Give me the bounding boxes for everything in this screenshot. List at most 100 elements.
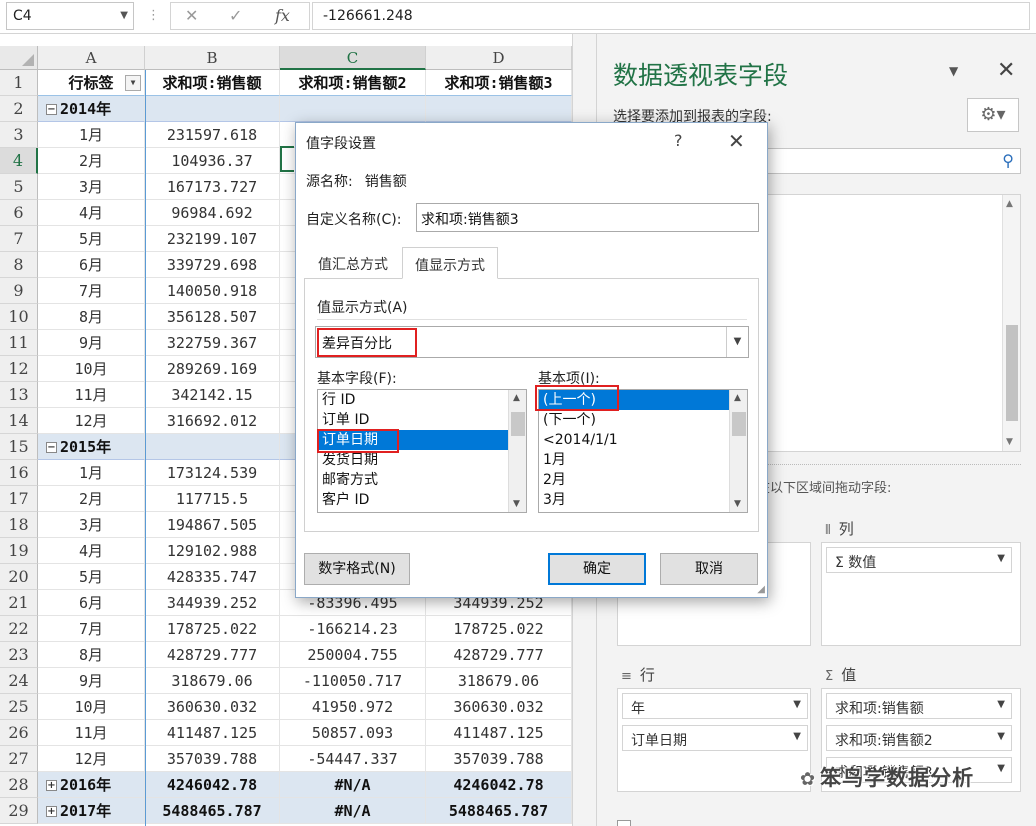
list-item[interactable]: 1月 bbox=[539, 450, 747, 470]
cell-d[interactable] bbox=[426, 96, 572, 122]
name-box[interactable]: C4 ▼ bbox=[6, 2, 134, 30]
cell-a[interactable]: 11月 bbox=[38, 382, 145, 408]
row-header[interactable]: 3 bbox=[0, 122, 38, 148]
row-header[interactable]: 4 bbox=[0, 148, 38, 174]
cell-b[interactable]: 289269.169 bbox=[145, 356, 280, 382]
chevron-down-icon[interactable]: ▼ bbox=[997, 553, 1005, 564]
custom-name-input[interactable]: 求和项:销售额3 bbox=[416, 203, 759, 232]
row-field-year[interactable]: 年 ▼ bbox=[622, 693, 808, 719]
scroll-thumb[interactable] bbox=[511, 412, 525, 436]
scroll-down-icon[interactable]: ▼ bbox=[1006, 437, 1013, 447]
cell-d[interactable]: 5488465.787 bbox=[426, 798, 572, 824]
cell-a[interactable]: 6月 bbox=[38, 252, 145, 278]
number-format-button[interactable]: 数字格式(N) bbox=[304, 553, 410, 585]
cell-b[interactable]: 104936.37 bbox=[145, 148, 280, 174]
row-header[interactable]: 6 bbox=[0, 200, 38, 226]
cell-b[interactable]: 339729.698 bbox=[145, 252, 280, 278]
cell-a[interactable]: 12月 bbox=[38, 408, 145, 434]
cell-c[interactable]: #N/A bbox=[280, 772, 426, 798]
row-header[interactable]: 18 bbox=[0, 512, 38, 538]
row-header[interactable]: 21 bbox=[0, 590, 38, 616]
row-header[interactable]: 28 bbox=[0, 772, 38, 798]
cell-d[interactable]: 428729.777 bbox=[426, 642, 572, 668]
cell-a[interactable]: +2017年 bbox=[38, 798, 145, 824]
cell-d[interactable]: 4246042.78 bbox=[426, 772, 572, 798]
scroll-up-icon[interactable]: ▲ bbox=[513, 393, 520, 403]
chevron-down-icon[interactable]: ▼ bbox=[997, 763, 1005, 774]
row-header[interactable]: 9 bbox=[0, 278, 38, 304]
cell-b[interactable]: 316692.012 bbox=[145, 408, 280, 434]
chevron-down-icon[interactable]: ▼ bbox=[949, 64, 958, 78]
list-item[interactable]: 3月 bbox=[539, 490, 747, 510]
cell-c[interactable]: #N/A bbox=[280, 798, 426, 824]
list-item[interactable]: <2014/1/1 bbox=[539, 430, 747, 450]
cell-b[interactable]: 357039.788 bbox=[145, 746, 280, 772]
cell-a[interactable]: 10月 bbox=[38, 694, 145, 720]
cell-b[interactable]: 342142.15 bbox=[145, 382, 280, 408]
cell-b[interactable]: 232199.107 bbox=[145, 226, 280, 252]
row-header[interactable]: 8 bbox=[0, 252, 38, 278]
cell-a[interactable]: 11月 bbox=[38, 720, 145, 746]
chevron-down-icon[interactable]: ▼ bbox=[997, 699, 1005, 710]
cell-a[interactable]: −2015年 bbox=[38, 434, 145, 460]
cell-a[interactable]: 2月 bbox=[38, 148, 145, 174]
column-field-values[interactable]: Σ 数值 ▼ bbox=[826, 547, 1012, 573]
chevron-down-icon[interactable]: ▼ bbox=[997, 731, 1005, 742]
scroll-down-icon[interactable]: ▼ bbox=[513, 499, 520, 509]
cell-a[interactable]: 8月 bbox=[38, 642, 145, 668]
list-item[interactable]: 发货日期 bbox=[318, 450, 526, 470]
row-header[interactable]: 11 bbox=[0, 330, 38, 356]
value-field-1[interactable]: 求和项:销售额 ▼ bbox=[826, 693, 1012, 719]
list-item[interactable]: 行 ID bbox=[318, 390, 526, 410]
field-list-scrollbar[interactable]: ▲ ▼ bbox=[1002, 195, 1020, 451]
base-item-scrollbar[interactable]: ▲ ▼ bbox=[729, 390, 747, 512]
scroll-down-icon[interactable]: ▼ bbox=[734, 499, 741, 509]
base-field-scrollbar[interactable]: ▲ ▼ bbox=[508, 390, 526, 512]
cell-b[interactable]: 4246042.78 bbox=[145, 772, 280, 798]
cell-a[interactable]: 9月 bbox=[38, 330, 145, 356]
cell-c[interactable]: 50857.093 bbox=[280, 720, 426, 746]
scroll-thumb[interactable] bbox=[732, 412, 746, 436]
row-header[interactable]: 23 bbox=[0, 642, 38, 668]
row-header[interactable]: 2 bbox=[0, 96, 38, 122]
cell-c[interactable]: 求和项:销售额2 bbox=[280, 70, 426, 96]
column-header-b[interactable]: B bbox=[145, 46, 280, 70]
scroll-thumb[interactable] bbox=[1006, 325, 1018, 421]
gear-icon[interactable]: ⚙▾ bbox=[967, 98, 1019, 132]
cell-b[interactable]: 5488465.787 bbox=[145, 798, 280, 824]
cell-a[interactable]: 7月 bbox=[38, 616, 145, 642]
cell-d[interactable]: 求和项:销售额3 bbox=[426, 70, 572, 96]
cell-c[interactable]: -166214.23 bbox=[280, 616, 426, 642]
row-header[interactable]: 1 bbox=[0, 70, 38, 96]
cell-a[interactable]: +2016年 bbox=[38, 772, 145, 798]
cell-a[interactable]: 1月 bbox=[38, 460, 145, 486]
drag-handle-icon[interactable]: ⋮ bbox=[147, 8, 160, 23]
cell-b[interactable]: 求和项:销售额 bbox=[145, 70, 280, 96]
cell-b[interactable]: 129102.988 bbox=[145, 538, 280, 564]
cell-a[interactable]: 5月 bbox=[38, 564, 145, 590]
cell-b[interactable]: 194867.505 bbox=[145, 512, 280, 538]
row-header[interactable]: 29 bbox=[0, 798, 38, 824]
cell-b[interactable]: 178725.022 bbox=[145, 616, 280, 642]
value-field-2[interactable]: 求和项:销售额2 ▼ bbox=[826, 725, 1012, 751]
cell-b[interactable]: 96984.692 bbox=[145, 200, 280, 226]
column-header-a[interactable]: A bbox=[38, 46, 145, 70]
rows-area[interactable]: 年 ▼ 订单日期 ▼ bbox=[617, 688, 811, 792]
cell-c[interactable]: -54447.337 bbox=[280, 746, 426, 772]
row-header[interactable]: 20 bbox=[0, 564, 38, 590]
cell-c[interactable] bbox=[280, 96, 426, 122]
cell-b[interactable]: 231597.618 bbox=[145, 122, 280, 148]
tab-summarize-by[interactable]: 值汇总方式 bbox=[306, 247, 400, 279]
cell-a[interactable]: 7月 bbox=[38, 278, 145, 304]
defer-update-checkbox[interactable] bbox=[617, 820, 631, 826]
cancel-button[interactable]: 取消 bbox=[660, 553, 758, 585]
expand-icon[interactable]: + bbox=[46, 806, 57, 817]
select-all-button[interactable] bbox=[0, 46, 38, 70]
row-header[interactable]: 7 bbox=[0, 226, 38, 252]
cell-b[interactable]: 428335.747 bbox=[145, 564, 280, 590]
cell-a[interactable]: 1月 bbox=[38, 122, 145, 148]
cancel-icon[interactable]: ✕ bbox=[185, 6, 198, 25]
cell-a[interactable]: 4月 bbox=[38, 200, 145, 226]
column-header-d[interactable]: D bbox=[426, 46, 572, 70]
cell-d[interactable]: 178725.022 bbox=[426, 616, 572, 642]
